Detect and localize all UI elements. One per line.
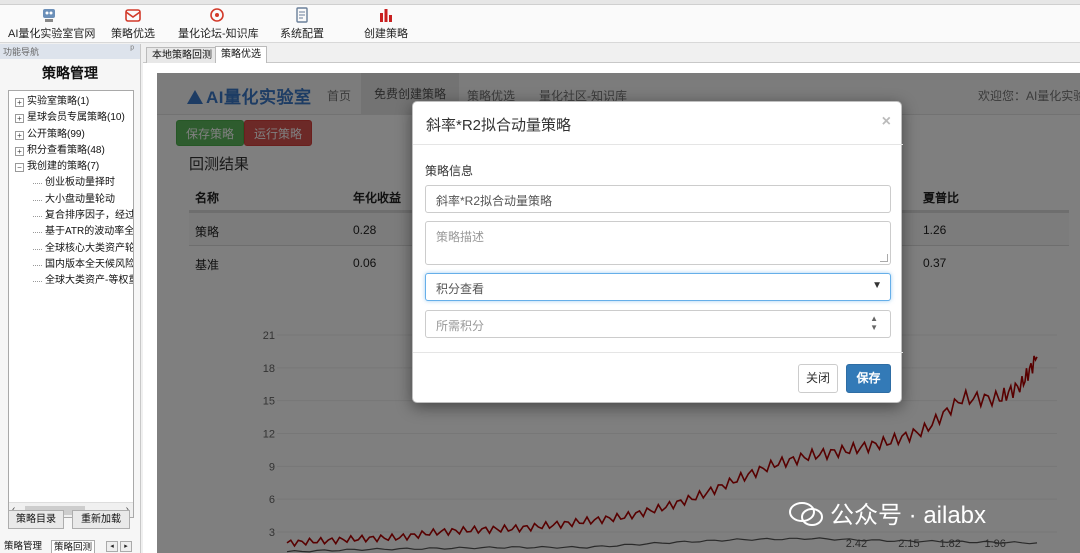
bar-chart-icon	[380, 9, 392, 22]
tree-child-item[interactable]: 大小盘动量轮动	[9, 192, 133, 208]
nav-panel: 功能导航 ᵖ 策略管理 + 实验室策略(1) + 星球会员专属策略(10) + 公开策…	[0, 44, 141, 553]
collapse-icon[interactable]: −	[15, 163, 24, 173]
tree-child-item[interactable]: 全球大类资产-等权重	[9, 273, 133, 289]
tree-child-item[interactable]: 复合排序因子，经过	[9, 208, 133, 224]
tree-child-item[interactable]: 基于ATR的波动率全	[9, 224, 133, 240]
close-button[interactable]: 关闭	[798, 364, 838, 393]
tree-item-mine[interactable]: − 我创建的策略(7)	[9, 159, 133, 175]
nav-bottom-tabs: 策略管理 策略回测 ◂ ▸	[0, 540, 141, 553]
expand-icon[interactable]: +	[15, 130, 24, 140]
tree-item-label: 积分查看策略(48)	[27, 144, 105, 156]
toolbar-create-strategy-button[interactable]: 创建策略	[364, 7, 408, 41]
form-section-label: 策略信息	[425, 164, 474, 178]
close-icon[interactable]: ×	[882, 113, 891, 131]
strategy-modal: 斜率*R2拟合动量策略 × 策略信息 斜率*R2拟合动量策略 策略描述 积分查看…	[412, 101, 903, 404]
toolbar-label: 创建策略	[364, 28, 408, 40]
points-placeholder: 所需积分	[436, 319, 485, 333]
access-type-select[interactable]: 积分查看 ▼	[425, 273, 891, 301]
expand-icon[interactable]: +	[15, 146, 24, 156]
number-stepper-icon[interactable]: ▲ ▼	[870, 314, 878, 332]
forum-icon	[210, 8, 224, 22]
tab-strategy-manage[interactable]: 策略管理	[2, 540, 44, 553]
nav-title: 策略管理	[42, 65, 98, 81]
toolbar-config-button[interactable]: 系统配置	[280, 7, 324, 41]
expand-icon[interactable]: +	[15, 114, 24, 124]
tree-item-label: 公开策略(99)	[27, 128, 85, 140]
nav-panel-header-label: 功能导航	[3, 47, 40, 57]
tree-item-lab[interactable]: + 实验室策略(1)	[9, 94, 133, 110]
wechat-icon	[789, 502, 823, 526]
save-button[interactable]: 保存	[846, 364, 891, 393]
document-tabs: 本地策略回测 策略优选	[143, 45, 1080, 63]
toolbar-lab-site-button[interactable]: AI量化实验室官网	[8, 7, 95, 41]
toolbar-label: 量化论坛-知识库	[178, 28, 259, 40]
tree-item-public[interactable]: + 公开策略(99)	[9, 127, 133, 143]
tab-strategy-select[interactable]: 策略优选	[215, 46, 267, 63]
main-toolbar: AI量化实验室官网 策略优选 量化论坛-知识库 系统配置 创建策略	[0, 5, 1080, 43]
tree-item-label: 我创建的策略(7)	[27, 161, 100, 173]
watermark-text: 公众号 · ailabx	[830, 502, 987, 529]
strategy-description-textarea[interactable]: 策略描述	[425, 221, 891, 265]
strategy-tree: + 实验室策略(1) + 星球会员专属策略(10) + 公开策略(99) + 积分查看策…	[8, 90, 134, 518]
toolbar-forum-button[interactable]: 量化论坛-知识库	[178, 7, 259, 41]
mail-icon	[125, 9, 141, 22]
tab-scroll-left-icon[interactable]: ◂	[106, 541, 118, 552]
toolbar-label: AI量化实验室官网	[8, 28, 96, 40]
tree-item-points[interactable]: + 积分查看策略(48)	[9, 143, 133, 159]
watermark: 公众号 · ailabx	[788, 495, 986, 529]
tree-item-label: 星球会员专属策略(10)	[27, 112, 125, 124]
expand-icon[interactable]: +	[15, 98, 24, 107]
reload-button[interactable]: 重新加载	[72, 510, 130, 529]
strategy-catalog-button[interactable]: 策略目录	[8, 510, 64, 529]
required-points-input[interactable]: 所需积分 ▲ ▼	[425, 310, 891, 338]
strategy-name-input[interactable]: 斜率*R2拟合动量策略	[425, 185, 891, 213]
description-placeholder: 策略描述	[436, 230, 485, 244]
toolbar-label: 策略优选	[111, 28, 155, 40]
tab-local-backtest[interactable]: 本地策略回测	[146, 47, 218, 63]
tree-child-item[interactable]: 创业板动量择时	[9, 175, 133, 191]
lab-icon	[43, 9, 55, 22]
tree-item-member[interactable]: + 星球会员专属策略(10)	[9, 110, 133, 126]
modal-header: 斜率*R2拟合动量策略 ×	[413, 102, 903, 145]
tree-item-label: 实验室策略(1)	[27, 96, 90, 107]
tab-scroll-right-icon[interactable]: ▸	[120, 541, 132, 552]
nav-panel-header: 功能导航 ᵖ	[0, 44, 140, 59]
config-icon	[296, 7, 308, 23]
tree-child-item[interactable]: 国内版本全天候风险	[9, 257, 133, 273]
resize-grip-icon[interactable]	[880, 254, 888, 262]
pin-icon[interactable]: ᵖ	[130, 44, 134, 55]
modal-title: 斜率*R2拟合动量策略	[426, 117, 572, 134]
chevron-down-icon: ▼	[872, 280, 882, 291]
tab-strategy-backtest[interactable]: 策略回测	[51, 540, 96, 553]
toolbar-label: 系统配置	[280, 28, 324, 40]
modal-footer: 关闭 保存	[413, 352, 903, 404]
toolbar-strategy-select-button[interactable]: 策略优选	[110, 7, 156, 41]
select-value: 积分查看	[436, 282, 485, 296]
tree-child-item[interactable]: 全球核心大类资产轮	[9, 241, 133, 257]
